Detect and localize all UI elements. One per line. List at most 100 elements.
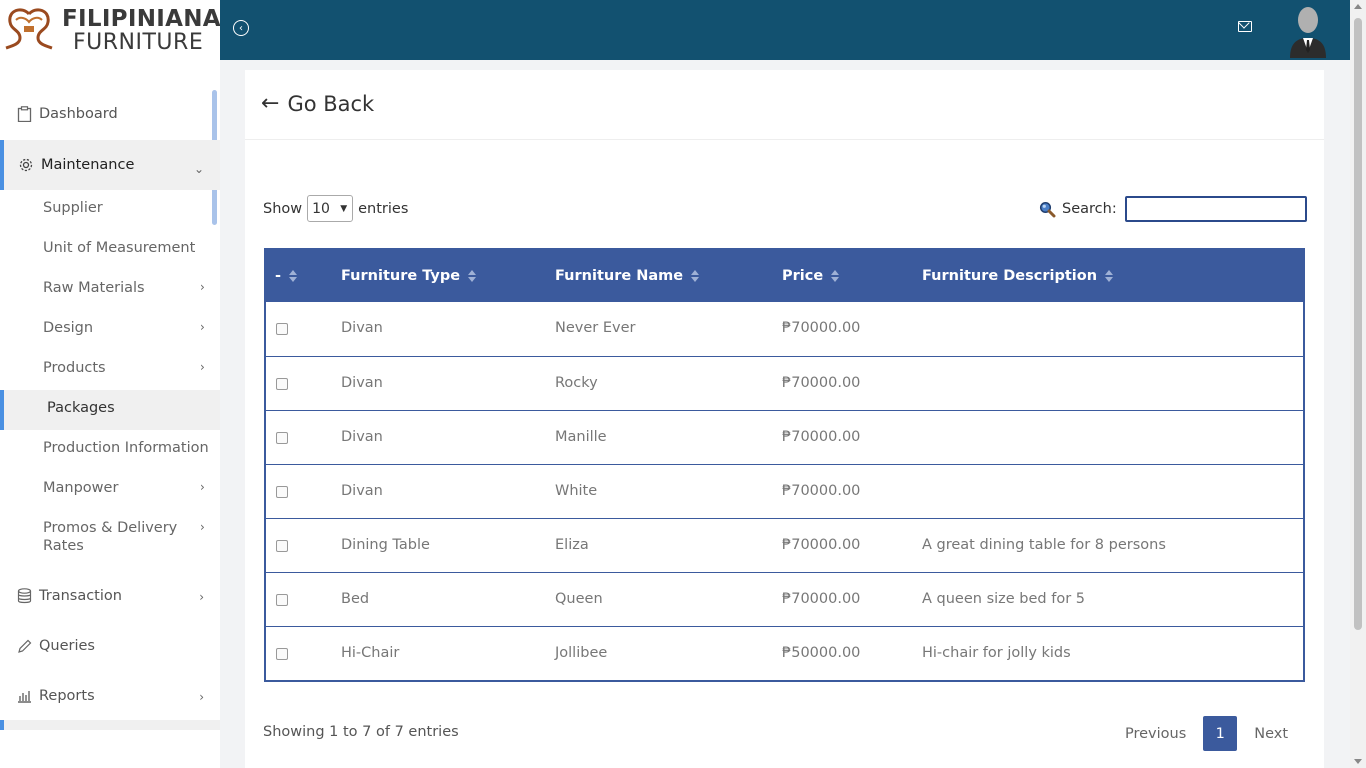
- cell-furniture-name: White: [555, 483, 598, 499]
- sidebar-item-label: Rates: [43, 538, 84, 554]
- chevron-right-icon: ›: [200, 280, 205, 294]
- cell-furniture-name: Eliza: [555, 537, 589, 553]
- search-input[interactable]: [1124, 196, 1307, 222]
- cell-price: ₱70000.00: [782, 591, 861, 607]
- sidebar-item-promos-delivery[interactable]: Promos & Delivery Rates ›: [43, 520, 205, 554]
- sidebar-item-label: Products: [43, 360, 106, 376]
- bar-chart-icon: [16, 688, 32, 704]
- cell-price: ₱70000.00: [782, 320, 861, 336]
- table-search: Search:: [1039, 196, 1307, 222]
- mail-icon[interactable]: [1238, 21, 1252, 32]
- table-row: Divan Never Ever ₱70000.00: [266, 302, 1303, 356]
- sidebar-item-label: Manpower: [43, 480, 119, 496]
- cell-description: Hi-chair for jolly kids: [922, 645, 1071, 661]
- column-header-label: Furniture Type: [341, 268, 461, 284]
- sidebar-item-label: Unit of Measurement: [43, 240, 196, 256]
- sort-icon: [1105, 270, 1114, 282]
- sort-icon: [289, 270, 298, 282]
- next-page-button[interactable]: Next: [1254, 726, 1288, 742]
- sidebar-item-manpower[interactable]: Manpower ›: [43, 480, 205, 496]
- column-header-label: Furniture Description: [922, 268, 1098, 284]
- table-row: Bed Queen ₱70000.00 A queen size bed for…: [266, 572, 1303, 626]
- cell-price: ₱70000.00: [782, 537, 861, 553]
- row-checkbox[interactable]: [276, 540, 288, 552]
- sidebar-item-packages[interactable]: Packages: [47, 400, 115, 416]
- sidebar-item-label: Production Information: [43, 440, 209, 456]
- logo-mark-icon: [5, 8, 53, 50]
- table-row: Hi-Chair Jollibee ₱50000.00 Hi-chair for…: [266, 626, 1303, 680]
- sidebar-item-uom[interactable]: Unit of Measurement: [43, 240, 195, 256]
- chevron-right-icon: ›: [200, 520, 205, 534]
- table-row: Dining Table Eliza ₱70000.00 A great din…: [266, 518, 1303, 572]
- entries-length-control: Show 10 ▼ entries: [263, 195, 408, 222]
- cell-furniture-type: Dining Table: [341, 537, 430, 553]
- row-checkbox[interactable]: [276, 432, 288, 444]
- previous-page-button[interactable]: Previous: [1125, 726, 1186, 742]
- chevron-right-icon: ›: [200, 320, 205, 334]
- sidebar-item-reports[interactable]: Reports ›: [0, 684, 220, 708]
- sidebar-item-label: Transaction: [39, 588, 122, 604]
- sidebar-item-label: Promos & Delivery: [43, 520, 178, 536]
- cell-description: A queen size bed for 5: [922, 591, 1085, 607]
- sort-icon: [691, 270, 700, 282]
- entries-label: entries: [358, 200, 409, 217]
- row-checkbox[interactable]: [276, 648, 288, 660]
- table-row: Divan Rocky ₱70000.00: [266, 356, 1303, 410]
- sidebar-item-transaction[interactable]: Transaction ›: [0, 584, 220, 608]
- database-icon: [16, 588, 32, 604]
- column-header-furniture-name[interactable]: Furniture Name: [555, 268, 700, 284]
- sidebar-item-label: Design: [43, 320, 94, 336]
- go-back-button[interactable]: ← Go Back: [261, 91, 374, 116]
- sort-icon: [468, 270, 477, 282]
- table-info: Showing 1 to 7 of 7 entries: [263, 724, 459, 740]
- brand-logo[interactable]: FILIPINIANA FURNITURE: [0, 0, 220, 60]
- column-header-select[interactable]: -: [275, 268, 298, 284]
- scroll-down-icon[interactable]: [1354, 759, 1362, 764]
- column-header-price[interactable]: Price: [782, 268, 840, 284]
- sidebar-item-label: Queries: [39, 638, 95, 654]
- row-checkbox[interactable]: [276, 323, 288, 335]
- column-header-furniture-description[interactable]: Furniture Description: [922, 268, 1114, 284]
- row-checkbox[interactable]: [276, 486, 288, 498]
- gear-icon: [18, 157, 34, 173]
- sidebar-item-maintenance[interactable]: Maintenance ⌄: [0, 140, 220, 190]
- pencil-icon: [16, 638, 32, 654]
- sidebar-toggle-icon[interactable]: ‹: [233, 20, 249, 36]
- entries-length-select[interactable]: 10 ▼: [307, 195, 354, 222]
- cell-furniture-name: Rocky: [555, 375, 598, 391]
- cell-furniture-type: Hi-Chair: [341, 645, 400, 661]
- cell-furniture-name: Queen: [555, 591, 603, 607]
- sidebar-item-raw-materials[interactable]: Raw Materials ›: [43, 280, 205, 296]
- arrow-left-icon: ←: [261, 91, 280, 116]
- sidebar-item-design[interactable]: Design ›: [43, 320, 205, 336]
- avatar[interactable]: [1286, 4, 1330, 58]
- scroll-up-icon[interactable]: [1354, 4, 1362, 9]
- row-checkbox[interactable]: [276, 594, 288, 606]
- page-scrollbar[interactable]: [1350, 0, 1366, 768]
- sidebar-item-queries[interactable]: Queries: [0, 634, 220, 658]
- row-checkbox[interactable]: [276, 378, 288, 390]
- panel-header: ← Go Back: [245, 70, 1324, 140]
- brand-line1: FILIPINIANA: [62, 6, 220, 32]
- cell-furniture-name: Jollibee: [555, 645, 608, 661]
- sidebar-item-dashboard[interactable]: Dashboard: [0, 102, 220, 126]
- table-row: Divan Manille ₱70000.00: [266, 410, 1303, 464]
- column-header-furniture-type[interactable]: Furniture Type: [341, 268, 477, 284]
- go-back-label: Go Back: [287, 91, 375, 116]
- cell-description: A great dining table for 8 persons: [922, 537, 1166, 553]
- sidebar-item-production-information[interactable]: Production Information: [43, 440, 209, 456]
- sidebar-item-products[interactable]: Products ›: [43, 360, 205, 376]
- show-label: Show: [263, 200, 303, 217]
- page-scroll-thumb[interactable]: [1354, 18, 1362, 630]
- table-row: Divan White ₱70000.00: [266, 464, 1303, 518]
- column-header-label: Price: [782, 268, 824, 284]
- furniture-table: - Furniture Type Furniture Name Price Fu…: [264, 248, 1305, 682]
- table-header: - Furniture Type Furniture Name Price Fu…: [266, 250, 1303, 302]
- sidebar-item-supplier[interactable]: Supplier: [43, 200, 103, 216]
- chevron-right-icon: ›: [199, 690, 204, 704]
- page-1-button[interactable]: 1: [1203, 716, 1238, 751]
- sidebar-item-label: Dashboard: [39, 106, 118, 122]
- clipboard-icon: [16, 106, 32, 122]
- sidebar-item-next-highlight: [0, 720, 220, 730]
- cell-furniture-type: Divan: [341, 483, 383, 499]
